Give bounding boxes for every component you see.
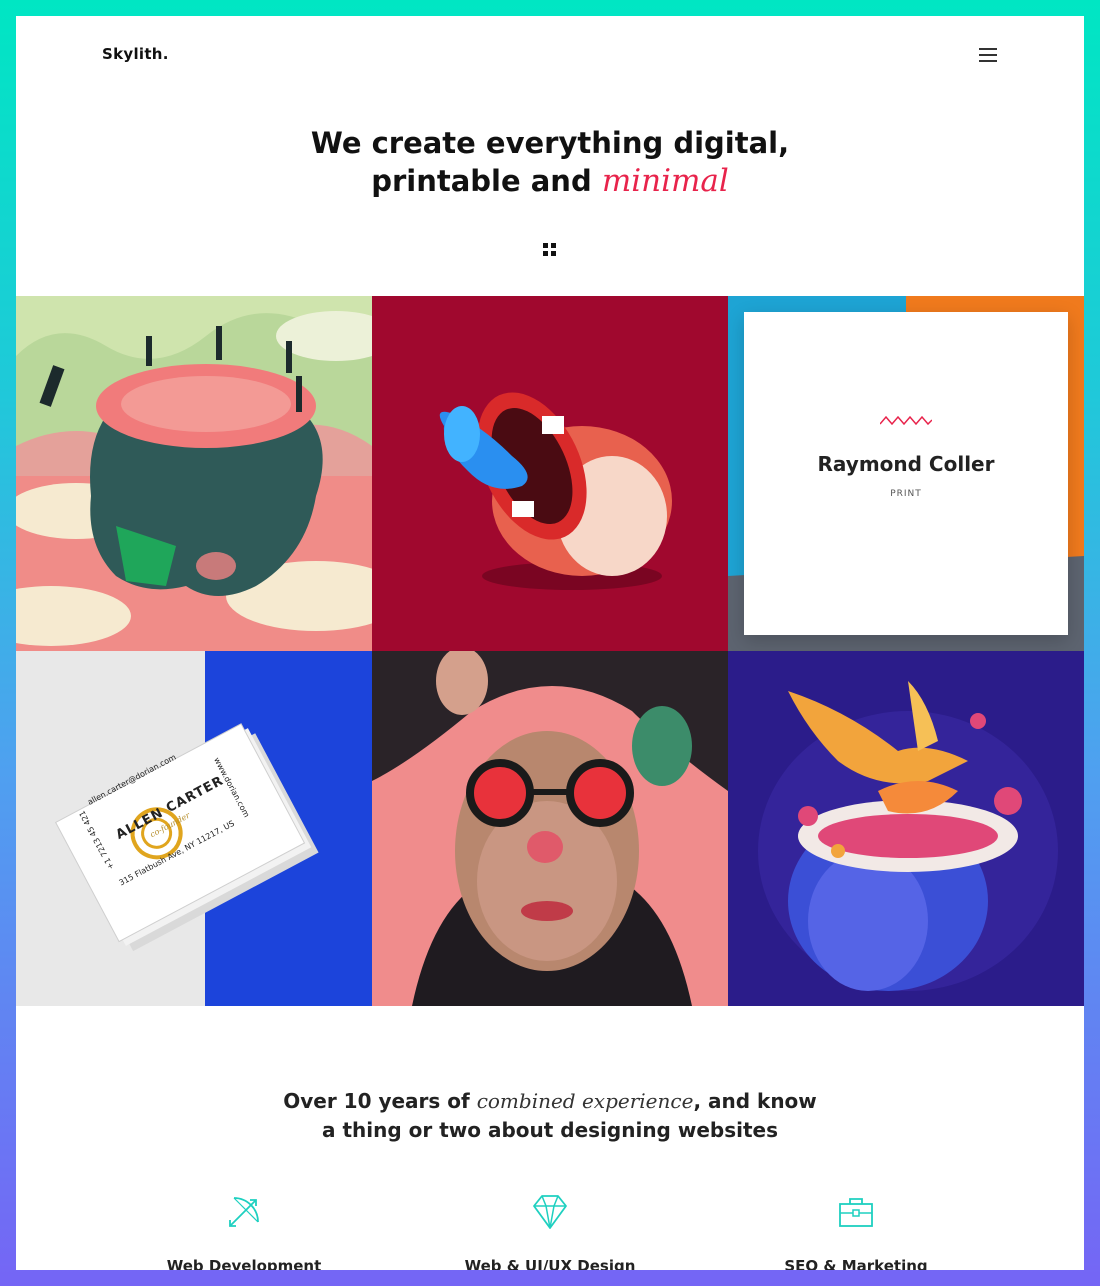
site-logo[interactable]: Skylith.	[102, 45, 169, 63]
mouth-cup-illustration	[372, 296, 728, 651]
about-line-1: Over 10 years of combined experience, an…	[16, 1087, 1084, 1116]
featured-name: Raymond Coller	[817, 452, 995, 476]
about-prefix: Over 10 years of	[283, 1089, 477, 1113]
hero-line-1: We create everything digital,	[310, 126, 790, 160]
diamond-icon	[420, 1192, 680, 1232]
briefcase-icon	[726, 1192, 986, 1232]
portfolio-item-featured[interactable]: Raymond Coller PRINT	[728, 296, 1084, 651]
hero-accent-word: minimal	[601, 163, 729, 199]
service-label: Web Development	[166, 1257, 322, 1270]
bird-head-illustration	[728, 651, 1084, 1006]
service-label: Web & UI/UX Design	[464, 1257, 636, 1270]
portfolio-item-mouth-cup[interactable]	[372, 296, 728, 651]
site-header: Skylith.	[16, 16, 1084, 96]
portfolio-item-head-clouds[interactable]	[16, 296, 372, 651]
portrait-illustration	[372, 651, 728, 1006]
featured-category: PRINT	[890, 489, 922, 499]
portfolio-item-portrait[interactable]	[372, 651, 728, 1006]
service-seo-marketing[interactable]: SEO & Marketing	[726, 1192, 986, 1270]
portfolio-item-business-cards[interactable]: allen.carter@dorian.com ALLEN CARTER co-…	[16, 651, 372, 1006]
grid-icon[interactable]	[543, 243, 557, 257]
bow-arrow-icon	[114, 1192, 374, 1232]
about-suffix: , and know	[693, 1089, 817, 1113]
hero-line-2-prefix: printable and	[371, 164, 602, 198]
service-web-development[interactable]: Web Development	[114, 1192, 374, 1270]
hero-title: We create everything digital, printable …	[16, 124, 1084, 200]
service-web-design[interactable]: Web & UI/UX Design	[420, 1192, 680, 1270]
page-frame: Skylith. We create everything digital, p…	[16, 16, 1084, 1270]
hamburger-menu-icon[interactable]	[979, 48, 997, 62]
head-clouds-illustration	[16, 296, 372, 651]
portfolio-item-bird-head[interactable]	[728, 651, 1084, 1006]
featured-card[interactable]: Raymond Coller PRINT	[744, 312, 1068, 635]
about-line-2: a thing or two about designing websites	[322, 1118, 778, 1142]
zigzag-icon	[880, 415, 932, 425]
service-label: SEO & Marketing	[784, 1257, 928, 1270]
about-accent: combined experience	[476, 1089, 694, 1113]
hero-line-2: printable and minimal	[16, 162, 1084, 200]
portfolio-grid: Raymond Coller PRINT allen.carter@dorian…	[16, 296, 1084, 1006]
about-title: Over 10 years of combined experience, an…	[16, 1087, 1084, 1145]
